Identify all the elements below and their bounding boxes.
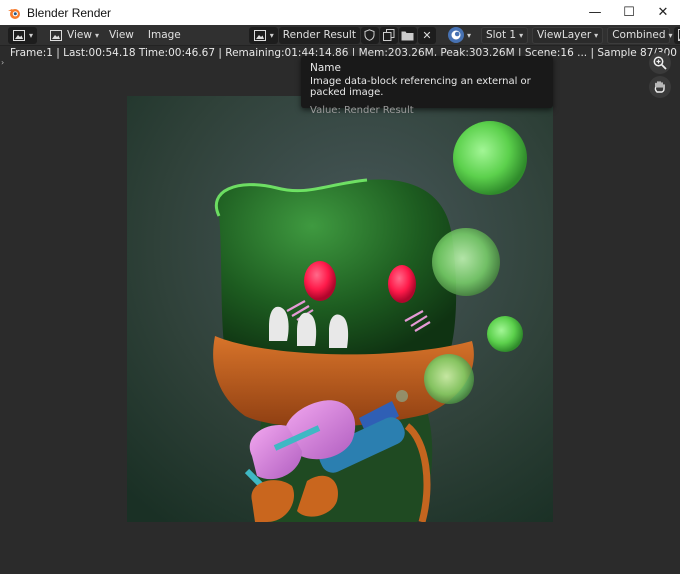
new-image-button[interactable] — [379, 26, 398, 44]
window-title: Blender Render — [27, 5, 112, 20]
chevron-down-icon: ▾ — [519, 30, 524, 40]
browse-image-button[interactable]: ▾ — [248, 26, 278, 44]
image-menu[interactable]: Image — [148, 27, 181, 44]
image-editor-header: ▾ View ▾ View Image ▾ Render Result ✕ ▾ … — [0, 25, 680, 46]
window-titlebar: Blender Render — ☐ ✕ — [0, 0, 680, 25]
chevron-down-icon: ▾ — [94, 30, 99, 40]
render-pass-dropdown[interactable]: Combined ▾ — [607, 26, 673, 44]
display-channels-dropdown[interactable]: ▾ — [447, 27, 471, 44]
duplicate-icon — [382, 28, 396, 42]
fake-user-button[interactable] — [360, 26, 379, 44]
view-layer-value: ViewLayer — [536, 29, 592, 41]
unlink-image-button[interactable]: ✕ — [417, 26, 436, 44]
view-layer-dropdown[interactable]: ViewLayer ▾ — [531, 26, 604, 44]
tooltip-title: Name — [310, 62, 341, 74]
minimize-button[interactable]: — — [578, 0, 612, 25]
chevron-down-icon: ▾ — [594, 30, 599, 40]
tooltip: Name Image data-block referencing an ext… — [301, 56, 553, 116]
blender-logo-icon — [8, 8, 20, 19]
tooltip-value: Value: Render Result — [310, 105, 414, 116]
close-window-button[interactable]: ✕ — [646, 0, 680, 25]
chevron-down-icon: ▾ — [29, 30, 34, 40]
chevron-down-icon: ▾ — [668, 30, 673, 40]
toolbar-expand-icon[interactable]: › — [1, 58, 4, 67]
view-menu[interactable]: View — [109, 27, 134, 44]
maximize-button[interactable]: ☐ — [612, 0, 646, 25]
hand-pan-icon[interactable] — [649, 76, 671, 98]
shield-icon — [363, 28, 377, 42]
image-editor-icon — [12, 28, 26, 42]
slot-dropdown[interactable]: Slot 1 ▾ — [480, 26, 528, 44]
overlays-dropdown[interactable]: ▾ — [674, 26, 680, 44]
render-result-image — [127, 96, 553, 522]
image-view-icon — [49, 28, 63, 42]
slot-value: Slot 1 — [485, 29, 517, 41]
tooltip-description: Image data-block referencing an external… — [310, 76, 531, 98]
image-browse-icon — [253, 28, 267, 42]
view-menu-label: View — [67, 29, 92, 41]
zoom-icon[interactable] — [649, 52, 671, 74]
view-mode-dropdown[interactable]: View ▾ — [49, 27, 99, 44]
folder-icon — [401, 28, 415, 42]
image-name-value: Render Result — [282, 29, 356, 41]
open-image-button[interactable] — [398, 26, 417, 44]
close-icon: ✕ — [422, 28, 432, 42]
render-pass-value: Combined — [612, 29, 666, 41]
editor-type-button[interactable]: ▾ — [8, 26, 38, 44]
chevron-down-icon: ▾ — [269, 30, 274, 40]
chevron-down-icon: ▾ — [466, 30, 471, 40]
image-name-field[interactable]: Render Result — [278, 26, 360, 44]
display-mode-icon — [447, 27, 464, 43]
